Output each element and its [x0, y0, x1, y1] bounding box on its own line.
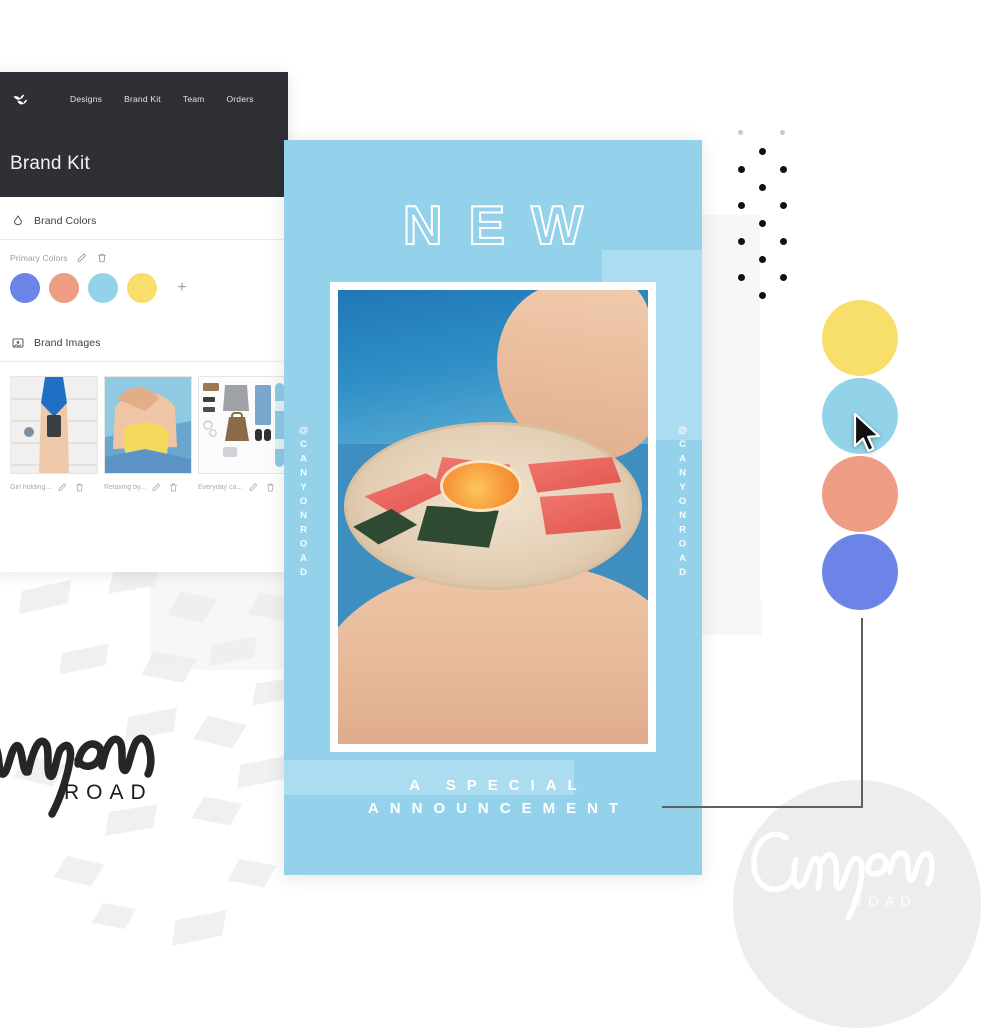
color-swatch-sky[interactable] — [88, 273, 118, 303]
page-title: Brand Kit — [10, 153, 90, 174]
pencil-icon[interactable] — [151, 481, 163, 493]
section-brand-colors-header: Brand Colors — [0, 197, 288, 240]
photo-tray — [344, 421, 642, 590]
poster-headline: NEW — [402, 194, 610, 256]
trash-icon[interactable] — [168, 481, 180, 493]
mouse-pointer-icon — [852, 412, 882, 456]
confetti-shape — [59, 643, 109, 675]
canyon-road-wordmark: ROAD — [64, 781, 153, 804]
photo-watermelon-slice — [527, 457, 622, 493]
trash-icon[interactable] — [96, 252, 108, 264]
photo-watermelon-rind — [353, 508, 418, 545]
brand-image-thumbnail-1[interactable] — [10, 376, 98, 474]
pencil-icon[interactable] — [247, 481, 259, 493]
brand-kit-window: Designs Brand Kit Team Orders Brand Kit … — [0, 72, 288, 572]
confetti-shape — [171, 910, 227, 946]
nav-item-designs[interactable]: Designs — [70, 94, 102, 104]
section-brand-images-label: Brand Images — [34, 336, 101, 349]
poster-design[interactable]: NEW @CANYONROAD @CANYONROAD A SPECIAL AN… — [284, 140, 702, 875]
brand-images-grid: Girl holding... Relaxing by... Everyday … — [0, 362, 288, 493]
confetti-shape — [208, 635, 258, 667]
panel-body: Brand Colors Primary Colors + Brand Imag… — [0, 197, 288, 493]
canvas: Designs Brand Kit Team Orders Brand Kit … — [0, 0, 984, 1028]
poster-footer: A SPECIAL ANNOUNCEMENT — [284, 774, 702, 821]
photo-orange-half — [440, 460, 523, 513]
brand-image-caption-1: Girl holding... — [10, 483, 52, 491]
poster-footer-line-2: ANNOUNCEMENT — [367, 799, 630, 817]
app-navbar: Designs Brand Kit Team Orders — [0, 72, 288, 110]
dot-grid — [738, 126, 808, 299]
brand-image-caption-2: Relaxing by... — [104, 483, 146, 491]
primary-colors-swatches: + — [0, 264, 288, 319]
droplet-icon — [10, 213, 25, 228]
confetti-shape — [91, 903, 137, 929]
stack-swatch-periwinkle[interactable] — [822, 534, 898, 610]
confetti-shape — [53, 855, 105, 887]
confetti-shape — [166, 591, 218, 623]
primary-colors-label: Primary Colors — [10, 253, 68, 263]
brand-image-caption-row-2: Relaxing by... — [104, 474, 190, 493]
color-swatch-salmon[interactable] — [49, 273, 79, 303]
confetti-shape — [141, 651, 197, 683]
brand-image-item: Relaxing by... — [104, 376, 192, 493]
canyon-road-logo: ROAD — [0, 688, 202, 818]
nav-item-orders[interactable]: Orders — [226, 94, 253, 104]
confetti-shape — [237, 755, 287, 789]
poster-handle-left: @CANYONROAD — [298, 425, 309, 582]
confetti-shape — [227, 858, 277, 888]
primary-colors-row: Primary Colors — [0, 240, 288, 264]
soft-rect — [700, 600, 762, 635]
brand-image-item: Girl holding... — [10, 376, 98, 493]
trash-icon[interactable] — [73, 481, 85, 493]
trash-icon[interactable] — [264, 481, 276, 493]
nav-item-team[interactable]: Team — [183, 94, 205, 104]
pencil-icon[interactable] — [56, 481, 68, 493]
photo-watermelon-slice — [539, 492, 622, 535]
confetti-shape — [18, 579, 72, 615]
photo-leg — [338, 562, 648, 744]
canyon-road-watermark-wordmark: ROAD — [852, 893, 916, 909]
brand-image-caption-3: Everyday ca... — [198, 483, 242, 491]
brand-image-item: Everyday ca... — [198, 376, 286, 493]
brand-image-thumbnail-3[interactable] — [198, 376, 286, 474]
photo-watermelon-rind — [417, 505, 499, 548]
canyon-road-watermark-logo: ROAD — [742, 818, 942, 928]
brand-image-thumbnail-2[interactable] — [104, 376, 192, 474]
poster-footer-line-1: A SPECIAL — [409, 776, 588, 794]
pencil-icon[interactable] — [76, 252, 88, 264]
brand-image-caption-row-1: Girl holding... — [10, 474, 96, 493]
nav-item-brand-kit[interactable]: Brand Kit — [124, 94, 161, 104]
app-header: Designs Brand Kit Team Orders Brand Kit — [0, 72, 288, 197]
connector-line-vertical — [861, 618, 863, 808]
color-swatch-yellow[interactable] — [127, 273, 157, 303]
poster-photo-frame — [330, 282, 656, 752]
add-color-button[interactable]: + — [172, 278, 192, 298]
section-brand-images-header: Brand Images — [0, 319, 288, 362]
stack-swatch-salmon[interactable] — [822, 456, 898, 532]
stack-swatch-yellow[interactable] — [822, 300, 898, 376]
poster-handle-right: @CANYONROAD — [677, 425, 688, 582]
connector-line-horizontal — [662, 806, 863, 808]
section-brand-colors-label: Brand Colors — [34, 214, 97, 227]
brand-image-caption-row-3: Everyday ca... — [198, 474, 284, 493]
image-icon — [10, 335, 25, 350]
color-swatch-periwinkle[interactable] — [10, 273, 40, 303]
brand-leaf-logo-icon[interactable] — [10, 88, 32, 110]
poster-photo — [338, 290, 648, 744]
nav-links: Designs Brand Kit Team Orders — [70, 94, 254, 104]
